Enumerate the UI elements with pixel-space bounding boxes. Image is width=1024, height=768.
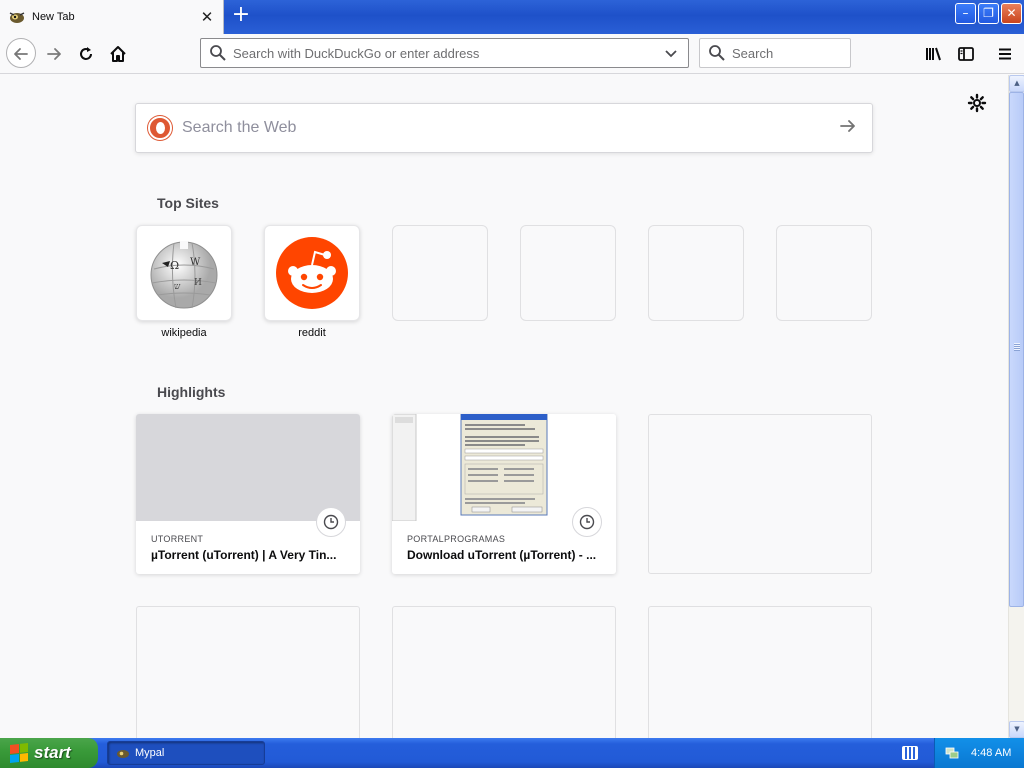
scroll-down-arrow-icon[interactable]: ▼ [1009, 721, 1024, 738]
highlight-host: UTORRENT [151, 534, 204, 544]
taskbar: start Mypal 4:48 AM [0, 738, 1024, 768]
svg-text:W: W [190, 257, 201, 268]
search-icon [209, 44, 227, 62]
screenshot-thumbnail [392, 414, 548, 521]
search-input[interactable] [732, 45, 908, 61]
mypal-icon [116, 746, 130, 760]
svg-text:И: И [194, 278, 202, 288]
scrollbar-thumb[interactable] [1009, 92, 1024, 607]
web-search-box[interactable] [135, 103, 873, 153]
top-site-wikipedia[interactable]: Ω W И ש wikipedia [136, 225, 232, 339]
scroll-up-arrow-icon[interactable]: ▲ [1009, 75, 1024, 92]
highlight-placeholder [648, 606, 872, 738]
top-site-empty [520, 225, 616, 321]
web-search-input[interactable] [182, 119, 836, 137]
close-window-button[interactable]: ✕ [1001, 3, 1022, 24]
library-icon [926, 47, 941, 61]
top-site-label: wikipedia [161, 327, 207, 339]
network-icon[interactable] [945, 746, 959, 760]
highlight-host: PORTALPROGRAMAS [407, 534, 506, 544]
search-bar[interactable] [699, 38, 908, 68]
start-label: start [34, 743, 71, 762]
top-site-empty [392, 225, 488, 321]
clock-icon [316, 507, 346, 537]
keyboard-icon[interactable] [902, 746, 918, 760]
reddit-icon [264, 225, 360, 321]
reload-button[interactable] [72, 40, 100, 68]
vertical-scrollbar[interactable]: ▲ ▼ [1008, 75, 1024, 738]
system-tray: 4:48 AM [934, 738, 1024, 768]
hamburger-menu-icon [999, 48, 1011, 60]
taskbar-item-label: Mypal [135, 747, 165, 759]
arrow-left-icon [14, 48, 28, 60]
tab-strip: New Tab ✕ + – ❐ ✕ [0, 0, 1024, 34]
highlight-card[interactable]: PORTALPROGRAMAS Download uTorrent (µTorr… [392, 414, 616, 574]
highlight-card[interactable]: UTORRENT µTorrent (uTorrent) | A Very Ti… [136, 414, 360, 574]
library-button[interactable] [920, 40, 948, 68]
empty-tile [392, 225, 488, 321]
highlight-placeholder [648, 414, 872, 574]
svg-text:ש: ש [174, 282, 181, 292]
mypal-favicon-icon [8, 9, 26, 25]
svg-text:Ω: Ω [170, 259, 179, 272]
grip-icon [1014, 343, 1020, 351]
top-site-empty [776, 225, 872, 321]
empty-tile [520, 225, 616, 321]
top-site-label: reddit [298, 327, 326, 339]
home-icon [110, 46, 126, 62]
search-icon [708, 44, 726, 62]
highlight-preview [136, 414, 360, 521]
wikipedia-icon: Ω W И ש [136, 225, 232, 321]
chevron-down-icon[interactable] [662, 44, 680, 62]
new-tab-button[interactable]: + [228, 4, 254, 28]
clock-time: 4:48 AM [971, 747, 1012, 759]
highlights-heading: Highlights [157, 384, 226, 400]
close-tab-icon[interactable]: ✕ [199, 9, 215, 25]
clock-icon [572, 507, 602, 537]
arrow-right-icon[interactable] [836, 116, 860, 141]
sidebar-icon [958, 47, 974, 61]
menu-button[interactable] [991, 40, 1019, 68]
start-button[interactable]: start [0, 738, 98, 768]
tab-new-tab[interactable]: New Tab ✕ [0, 0, 224, 34]
url-input[interactable] [233, 45, 662, 61]
restore-button[interactable]: ❐ [978, 3, 999, 24]
empty-tile [776, 225, 872, 321]
tab-title: New Tab [32, 11, 75, 23]
sidebar-toggle-button[interactable] [952, 40, 980, 68]
top-sites-heading: Top Sites [157, 195, 219, 211]
duckduckgo-logo-icon [148, 116, 172, 140]
new-tab-page: Top Sites Ω W И ש wikipedia [0, 75, 1008, 738]
highlight-title: µTorrent (uTorrent) | A Very Tin... [151, 548, 337, 562]
highlight-placeholder [392, 606, 616, 738]
arrow-right-icon [47, 48, 61, 60]
highlight-title: Download uTorrent (µTorrent) - ... [407, 548, 597, 562]
forward-button[interactable] [40, 40, 68, 68]
top-site-reddit[interactable]: reddit [264, 225, 360, 339]
back-button[interactable] [6, 38, 36, 68]
top-site-empty [648, 225, 744, 321]
highlight-placeholder [136, 606, 360, 738]
reload-icon [80, 47, 92, 60]
url-bar[interactable] [200, 38, 689, 68]
windows-logo-icon [10, 743, 28, 763]
taskbar-item-mypal[interactable]: Mypal [107, 741, 265, 765]
nav-toolbar [0, 34, 1024, 74]
gear-icon[interactable] [966, 93, 988, 115]
home-button[interactable] [104, 40, 132, 68]
highlight-preview [392, 414, 616, 521]
empty-tile [648, 225, 744, 321]
minimize-button[interactable]: – [955, 3, 976, 24]
